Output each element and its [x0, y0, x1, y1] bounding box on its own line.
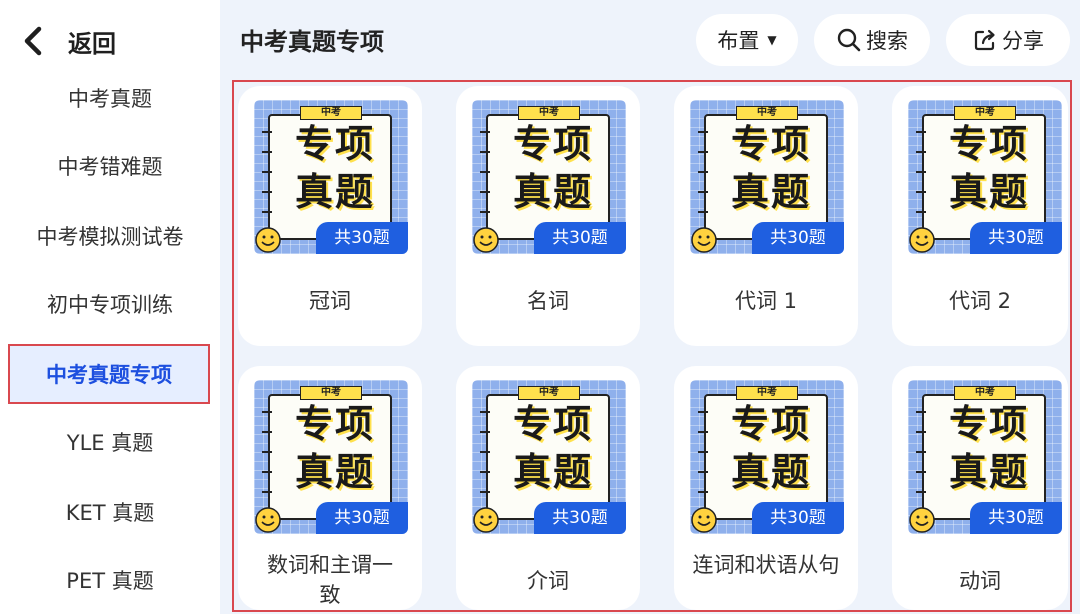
cover-title-line2: 真题 [512, 170, 593, 214]
cover-title-line2: 真题 [294, 450, 375, 494]
card-item[interactable]: 中考 专项 真题 共30题 冠词 [238, 86, 422, 346]
sidebar-item-yle[interactable]: YLE 真题 [0, 412, 220, 472]
arrange-label: 布置 [717, 29, 760, 53]
cover-title-line2: 真题 [948, 170, 1029, 214]
smiley-icon [909, 507, 935, 533]
card-label: 代词 1 [734, 289, 798, 313]
sidebar-item-zhongkao-zhenti[interactable]: 中考真题 [0, 68, 220, 128]
card-cover: 中考 专项 真题 共30题 [690, 100, 844, 254]
arrange-button[interactable]: 布置 ▼ [696, 14, 798, 66]
cover-title-line2: 真题 [730, 450, 811, 494]
page-title: 中考真题专项 [240, 28, 384, 56]
smiley-icon [473, 227, 499, 253]
card-cover: 中考 专项 真题 共30题 [908, 380, 1062, 534]
cover-title-line2: 真题 [294, 170, 375, 214]
smiley-icon [473, 507, 499, 533]
smiley-icon [255, 507, 281, 533]
cover-tag: 中考 [954, 386, 1016, 400]
card-cover: 中考 专项 真题 共30题 [472, 100, 626, 254]
search-icon [837, 28, 861, 52]
card-label: 数词和主谓一致 [267, 553, 393, 607]
question-count-badge: 共30题 [970, 222, 1062, 254]
spiral-rings-icon [916, 131, 926, 213]
sidebar-item-pet[interactable]: PET 真题 [0, 550, 220, 610]
cover-tag: 中考 [518, 106, 580, 120]
cover-title-line1: 专项 [294, 122, 375, 166]
card-label: 冠词 [309, 289, 351, 313]
spiral-rings-icon [480, 131, 490, 213]
card-label: 名词 [527, 289, 569, 313]
cover-tag: 中考 [300, 106, 362, 120]
card-item[interactable]: 中考 专项 真题 共30题 连词和状语从句 [674, 366, 858, 610]
smiley-icon [691, 507, 717, 533]
card-item[interactable]: 中考 专项 真题 共30题 名词 [456, 86, 640, 346]
search-label: 搜索 [866, 29, 908, 53]
card-cover: 中考 专项 真题 共30题 [472, 380, 626, 534]
back-label: 返回 [68, 29, 116, 58]
chevron-left-icon [24, 26, 42, 56]
share-button[interactable]: 分享 [946, 14, 1070, 66]
card-item[interactable]: 中考 专项 真题 共30题 代词 2 [892, 86, 1068, 346]
cover-title-line1: 专项 [512, 402, 593, 446]
question-count-badge: 共30题 [316, 222, 408, 254]
card-label: 连词和状语从句 [692, 553, 840, 577]
sidebar-item-zhuanxiang-xunlian[interactable]: 初中专项训练 [0, 274, 220, 334]
sidebar-item-ket[interactable]: KET 真题 [0, 482, 220, 542]
cover-tag: 中考 [736, 106, 798, 120]
cover-title-line1: 专项 [948, 402, 1029, 446]
question-count-badge: 共30题 [752, 222, 844, 254]
spiral-rings-icon [916, 411, 926, 493]
question-count-badge: 共30题 [316, 502, 408, 534]
card-cover: 中考 专项 真题 共30题 [254, 380, 408, 534]
cover-title-line1: 专项 [512, 122, 593, 166]
cover-title-line2: 真题 [948, 450, 1029, 494]
question-count-badge: 共30题 [970, 502, 1062, 534]
card-label: 介词 [527, 569, 569, 593]
smiley-icon [255, 227, 281, 253]
card-item[interactable]: 中考 专项 真题 共30题 数词和主谓一致 [238, 366, 422, 610]
card-item[interactable]: 中考 专项 真题 共30题 动词 [892, 366, 1068, 610]
question-count-badge: 共30题 [752, 502, 844, 534]
spiral-rings-icon [698, 411, 708, 493]
share-label: 分享 [1002, 29, 1044, 53]
cover-title-line2: 真题 [512, 450, 593, 494]
spiral-rings-icon [480, 411, 490, 493]
cover-title-line2: 真题 [730, 170, 811, 214]
card-label: 代词 2 [948, 289, 1012, 313]
cover-title-line1: 专项 [948, 122, 1029, 166]
sidebar-item-cuonanti[interactable]: 中考错难题 [0, 136, 220, 196]
cover-title-line1: 专项 [294, 402, 375, 446]
smiley-icon [691, 227, 717, 253]
search-button[interactable]: 搜索 [814, 14, 930, 66]
question-count-badge: 共30题 [534, 502, 626, 534]
caret-down-icon: ▼ [767, 33, 777, 47]
smiley-icon [909, 227, 935, 253]
share-icon [974, 29, 995, 51]
cover-tag: 中考 [300, 386, 362, 400]
cover-tag: 中考 [736, 386, 798, 400]
cover-title-line1: 专项 [730, 402, 811, 446]
question-count-badge: 共30题 [534, 222, 626, 254]
card-item[interactable]: 中考 专项 真题 共30题 代词 1 [674, 86, 858, 346]
card-cover: 中考 专项 真题 共30题 [254, 100, 408, 254]
spiral-rings-icon [698, 131, 708, 213]
card-item[interactable]: 中考 专项 真题 共30题 介词 [456, 366, 640, 610]
spiral-rings-icon [262, 411, 272, 493]
back-button[interactable]: 返回 [22, 18, 116, 64]
cover-tag: 中考 [518, 386, 580, 400]
sidebar-item-moni-shijuan[interactable]: 中考模拟测试卷 [0, 206, 220, 266]
cover-tag: 中考 [954, 106, 1016, 120]
card-cover: 中考 专项 真题 共30题 [908, 100, 1062, 254]
sidebar-item-zhenti-zhuanxiang[interactable]: 中考真题专项 [8, 344, 210, 404]
cover-title-line1: 专项 [730, 122, 811, 166]
sidebar: 返回 中考真题 中考错难题 中考模拟测试卷 初中专项训练 中考真题专项 YLE … [0, 0, 220, 614]
card-cover: 中考 专项 真题 共30题 [690, 380, 844, 534]
spiral-rings-icon [262, 131, 272, 213]
card-label: 动词 [959, 569, 1001, 593]
